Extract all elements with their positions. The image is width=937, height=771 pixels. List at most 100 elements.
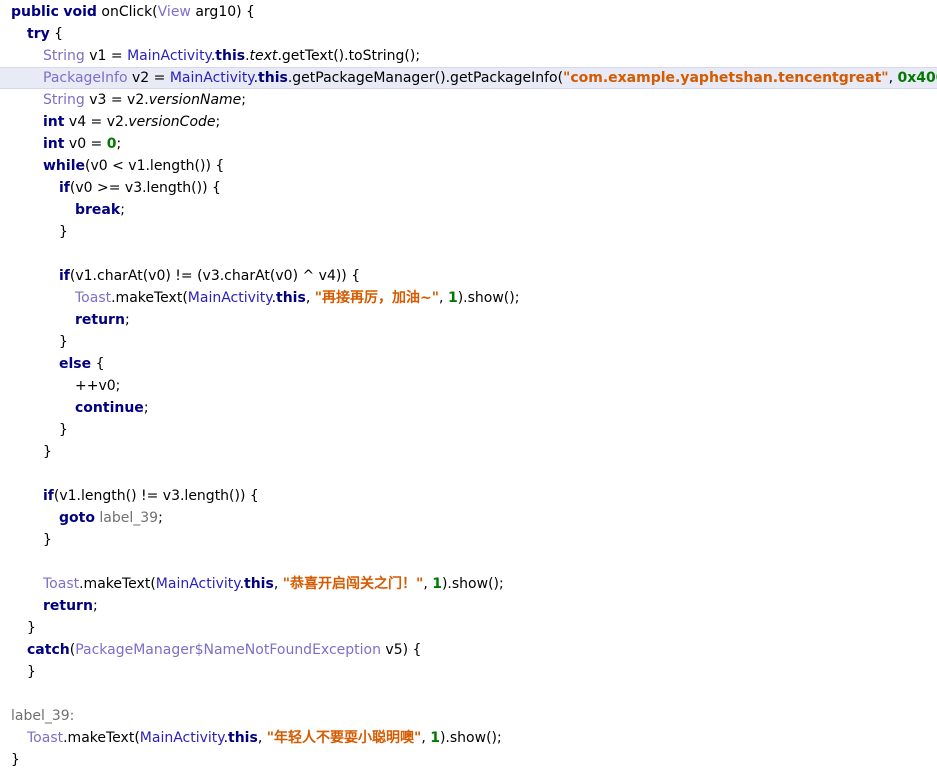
code-token: Toast xyxy=(27,730,63,746)
code-line[interactable]: Toast.makeText(MainActivity.this, "年轻人不要… xyxy=(0,727,937,749)
code-token: "恭喜开启闯关之门！" xyxy=(283,576,424,592)
code-token: break xyxy=(75,202,120,218)
code-token: PackageInfo xyxy=(43,70,128,86)
code-token: try xyxy=(27,26,50,42)
code-line[interactable]: String v3 = v2.versionName; xyxy=(0,89,937,111)
code-line[interactable]: ++v0; xyxy=(0,375,937,397)
code-token: .makeText( xyxy=(79,576,156,592)
code-token: ).show(); xyxy=(458,290,520,306)
code-token: int xyxy=(43,136,64,152)
code-token: goto xyxy=(59,510,95,526)
code-token: label_39: xyxy=(11,708,74,724)
code-line[interactable] xyxy=(0,463,937,485)
code-token: if xyxy=(59,180,70,196)
code-token: ).show(); xyxy=(440,730,502,746)
code-token: this xyxy=(215,48,245,64)
code-line[interactable]: } xyxy=(0,617,937,639)
code-line[interactable]: } xyxy=(0,441,937,463)
code-token: ; xyxy=(125,312,130,328)
code-token: onClick( xyxy=(97,4,158,20)
code-token: label_39 xyxy=(99,510,158,526)
code-token: return xyxy=(75,312,125,328)
code-token: (v1.length() != v3.length()) { xyxy=(54,488,259,504)
code-token: int xyxy=(43,114,64,130)
code-line[interactable]: } xyxy=(0,221,937,243)
code-line[interactable]: int v0 = 0; xyxy=(0,133,937,155)
code-line[interactable]: return; xyxy=(0,309,937,331)
code-line[interactable]: if(v0 >= v3.length()) { xyxy=(0,177,937,199)
code-token: this xyxy=(276,290,306,306)
code-token: v5) { xyxy=(381,642,421,658)
code-editor[interactable]: public void onClick(View arg10) {try {St… xyxy=(0,0,937,757)
code-token: v3 = v2. xyxy=(85,92,149,108)
code-line[interactable]: else { xyxy=(0,353,937,375)
code-line[interactable]: } xyxy=(0,749,937,771)
code-token: ; xyxy=(241,92,246,108)
code-line[interactable]: public void onClick(View arg10) { xyxy=(0,1,937,23)
code-token: ).show(); xyxy=(442,576,504,592)
code-line[interactable]: Toast.makeText(MainActivity.this, "再接再厉，… xyxy=(0,287,937,309)
code-token: if xyxy=(43,488,54,504)
code-token: PackageManager$NameNotFoundException xyxy=(75,642,381,658)
code-line[interactable]: continue; xyxy=(0,397,937,419)
code-token: Toast xyxy=(75,290,111,306)
code-line[interactable]: } xyxy=(0,419,937,441)
code-token: } xyxy=(43,444,52,460)
code-line[interactable] xyxy=(0,551,937,573)
code-token: "年轻人不要耍小聪明噢" xyxy=(267,730,422,746)
code-token: 1 xyxy=(430,730,440,746)
code-token: , xyxy=(306,290,315,306)
code-line[interactable]: } xyxy=(0,331,937,353)
code-line[interactable]: break; xyxy=(0,199,937,221)
code-token: ; xyxy=(120,202,125,218)
code-token: ; xyxy=(144,400,149,416)
code-line[interactable]: label_39: xyxy=(0,705,937,727)
code-token: 1 xyxy=(432,576,442,592)
code-line[interactable]: goto label_39; xyxy=(0,507,937,529)
code-token: } xyxy=(59,224,68,240)
code-token: this xyxy=(228,730,258,746)
code-token: } xyxy=(11,752,20,768)
code-token: versionCode xyxy=(128,114,215,130)
code-line[interactable]: while(v0 < v1.length()) { xyxy=(0,155,937,177)
code-token: v2 = xyxy=(128,70,170,86)
code-token: ; xyxy=(216,114,221,130)
code-token: continue xyxy=(75,400,144,416)
code-line[interactable]: } xyxy=(0,529,937,551)
code-token: this xyxy=(244,576,274,592)
code-token: .getPackageManager().getPackageInfo( xyxy=(288,70,563,86)
code-line[interactable]: String v1 = MainActivity.this.text.getTe… xyxy=(0,45,937,67)
code-line[interactable]: } xyxy=(0,661,937,683)
code-token: String xyxy=(43,92,85,108)
code-line[interactable]: try { xyxy=(0,23,937,45)
code-line[interactable]: if(v1.charAt(v0) != (v3.charAt(v0) ^ v4)… xyxy=(0,265,937,287)
code-token: .makeText( xyxy=(111,290,188,306)
code-token: , xyxy=(274,576,283,592)
code-token: ++v0; xyxy=(75,378,120,394)
code-line[interactable]: PackageInfo v2 = MainActivity.this.getPa… xyxy=(0,67,937,89)
code-token: versionName xyxy=(149,92,242,108)
code-token: 1 xyxy=(448,290,458,306)
code-token: (v0 >= v3.length()) { xyxy=(70,180,221,196)
code-line[interactable]: catch(PackageManager$NameNotFoundExcepti… xyxy=(0,639,937,661)
code-line[interactable]: return; xyxy=(0,595,937,617)
code-line[interactable]: int v4 = v2.versionCode; xyxy=(0,111,937,133)
code-token: void xyxy=(63,4,97,20)
code-token: v1 = xyxy=(85,48,127,64)
code-token: MainActivity xyxy=(156,576,240,592)
code-token: while xyxy=(43,158,85,174)
code-token: MainActivity xyxy=(127,48,211,64)
code-line[interactable]: if(v1.length() != v3.length()) { xyxy=(0,485,937,507)
code-token: v4 = v2. xyxy=(64,114,128,130)
code-line[interactable]: Toast.makeText(MainActivity.this, "恭喜开启闯… xyxy=(0,573,937,595)
code-line[interactable] xyxy=(0,683,937,705)
code-token: else xyxy=(59,356,91,372)
code-token: "com.example.yaphetshan.tencentgreat" xyxy=(563,70,889,86)
code-token: , xyxy=(258,730,267,746)
code-token: , xyxy=(889,70,898,86)
code-line[interactable] xyxy=(0,243,937,265)
code-token: this xyxy=(258,70,288,86)
code-token: public xyxy=(11,4,59,20)
code-token: , xyxy=(439,290,448,306)
code-token: , xyxy=(421,730,430,746)
